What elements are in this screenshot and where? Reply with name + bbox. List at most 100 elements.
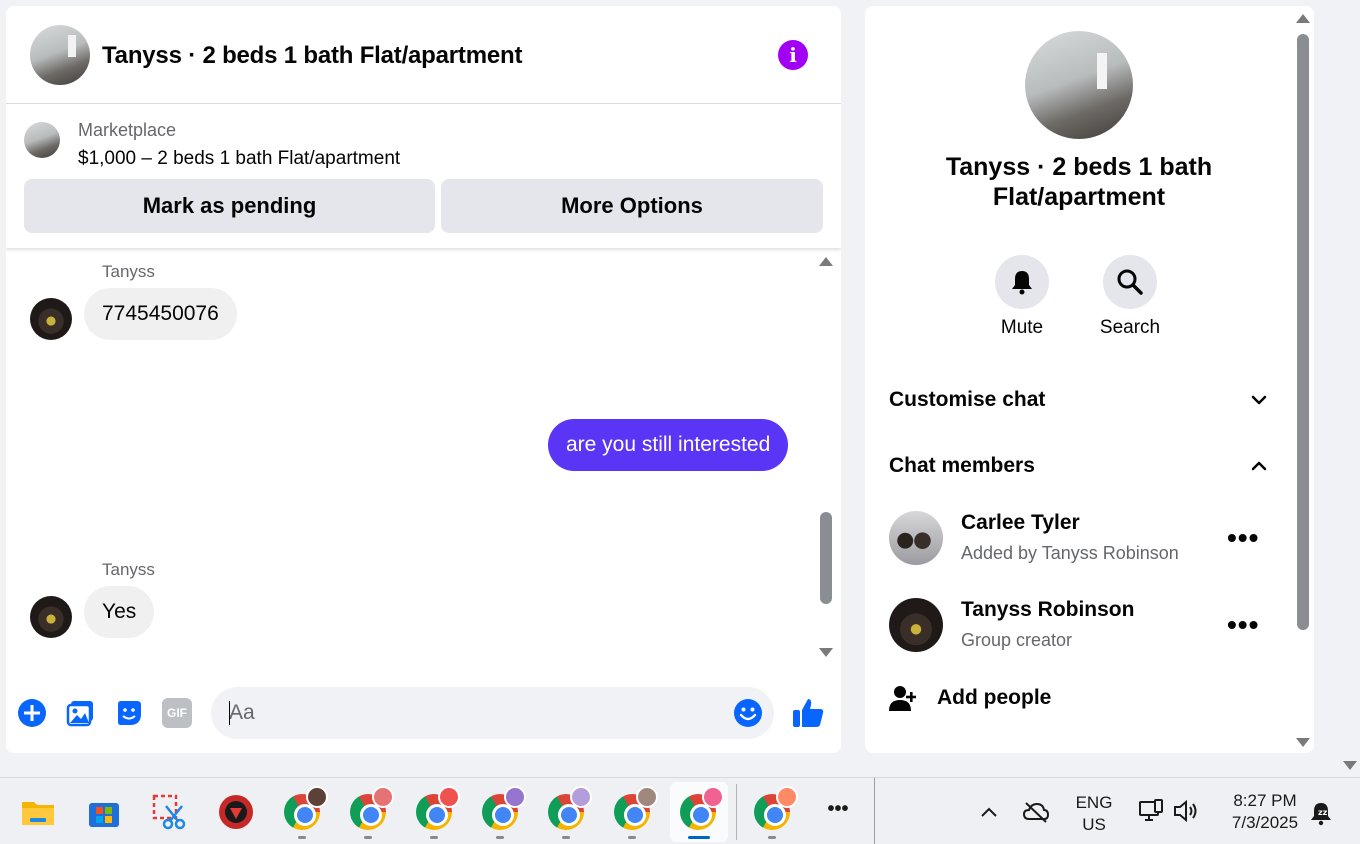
taskbar-separator	[736, 784, 737, 840]
chat-members-label: Chat members	[889, 454, 1035, 477]
chrome-profile-icon[interactable]	[614, 786, 658, 830]
message-sender: Tanyss	[102, 262, 155, 281]
thumbs-up-icon[interactable]	[791, 696, 825, 730]
chrome-profile-icon[interactable]	[548, 786, 592, 830]
chat-panel: Tanyss · 2 beds 1 bath Flat/apartment i …	[6, 6, 841, 753]
chrome-profile-icon[interactable]	[350, 786, 394, 830]
sender-avatar[interactable]	[30, 298, 72, 340]
volume-icon[interactable]	[1172, 798, 1200, 824]
chrome-profile-icon[interactable]	[482, 786, 526, 830]
member-subtitle: Added by Tanyss Robinson	[961, 543, 1179, 563]
taskbar-overflow-icon[interactable]: •••	[820, 798, 856, 820]
group-title: Tanyss · 2 beds 1 bath Flat/apartment	[945, 153, 1213, 211]
app-red-circle-icon[interactable]	[218, 794, 254, 830]
customise-chat-label: Customise chat	[889, 388, 1046, 411]
member-name: Carlee Tyler	[961, 511, 1080, 534]
file-explorer-icon[interactable]	[20, 794, 56, 830]
message-sender: Tanyss	[102, 560, 155, 579]
taskbar-indicator	[298, 836, 306, 839]
member-subtitle: Group creator	[961, 630, 1073, 650]
chat-avatar[interactable]	[30, 25, 90, 85]
search-icon	[1117, 269, 1143, 295]
member-options-icon[interactable]: •••	[1227, 524, 1259, 552]
language-code: ENG	[1075, 793, 1113, 812]
taskbar-indicator	[430, 836, 438, 839]
network-icon[interactable]	[1138, 798, 1164, 824]
message-input[interactable]	[229, 687, 709, 739]
member-name: Tanyss Robinson	[961, 598, 1135, 621]
marketplace-label: Marketplace	[78, 120, 177, 140]
page-scroll-down-icon[interactable]	[1343, 761, 1357, 770]
info-scroll-up-icon[interactable]	[1296, 14, 1310, 23]
info-scroll-down-icon[interactable]	[1296, 738, 1310, 747]
sticker-icon[interactable]	[114, 698, 144, 728]
photo-icon[interactable]	[66, 698, 96, 728]
info-icon[interactable]: i	[778, 40, 808, 70]
chat-info-panel: Tanyss · 2 beds 1 bath Flat/apartment Mu…	[865, 6, 1314, 753]
taskbar-indicator	[628, 836, 636, 839]
search-button[interactable]	[1103, 255, 1157, 309]
gif-icon[interactable]: GIF	[162, 698, 192, 728]
taskbar-indicator	[562, 836, 570, 839]
taskbar-indicator	[364, 836, 372, 839]
chevron-down-icon	[1251, 395, 1267, 405]
text-caret	[229, 701, 230, 725]
chat-members-section[interactable]: Chat members	[889, 446, 1269, 486]
add-people-button[interactable]: Add people	[889, 682, 1051, 714]
mute-button[interactable]	[995, 255, 1049, 309]
chevron-up-icon[interactable]	[978, 802, 1000, 824]
onedrive-offline-icon[interactable]	[1022, 800, 1050, 824]
snipping-tool-icon[interactable]	[152, 794, 188, 830]
chrome-profile-icon[interactable]	[754, 786, 798, 830]
taskbar-active-indicator	[688, 836, 710, 839]
notification-bell-sleep-icon[interactable]: zz	[1308, 800, 1334, 826]
chat-title[interactable]: Tanyss · 2 beds 1 bath Flat/apartment	[102, 42, 522, 70]
svg-text:zz: zz	[1318, 808, 1328, 817]
member-row[interactable]: Tanyss Robinson Group creator •••	[889, 598, 1269, 654]
taskbar: ••• ENG US 8:27 PM 7/3/2025 zz	[0, 777, 1360, 844]
chrome-profile-icon[interactable]	[284, 786, 328, 830]
sender-avatar[interactable]	[30, 596, 72, 638]
scroll-up-arrow-icon[interactable]	[819, 257, 833, 266]
incoming-message[interactable]: 7745450076	[84, 288, 237, 340]
add-people-label: Add people	[937, 686, 1052, 709]
emoji-icon[interactable]	[733, 698, 763, 728]
add-person-icon	[889, 686, 916, 711]
member-options-icon[interactable]: •••	[1227, 611, 1259, 639]
listing-thumbnail[interactable]	[24, 122, 60, 158]
bell-icon	[1012, 271, 1032, 295]
customise-chat-section[interactable]: Customise chat	[889, 380, 1269, 420]
microsoft-store-icon[interactable]	[86, 794, 122, 830]
message-list: Tanyss 7745450076 are you still interest…	[6, 248, 816, 668]
listing-title[interactable]: $1,000 – 2 beds 1 bath Flat/apartment	[78, 148, 400, 170]
taskbar-divider	[874, 778, 875, 844]
message-scrollbar[interactable]	[820, 512, 832, 604]
clock-date: 7/3/2025	[1231, 813, 1299, 832]
incoming-message[interactable]: Yes	[84, 586, 155, 638]
info-scrollbar[interactable]	[1297, 34, 1309, 630]
clock-time: 8:27 PM	[1233, 791, 1297, 810]
more-options-button[interactable]: More Options	[441, 179, 823, 233]
chat-header: Tanyss · 2 beds 1 bath Flat/apartment i	[6, 6, 841, 104]
group-avatar[interactable]	[1025, 31, 1133, 139]
language-indicator[interactable]: ENG US	[1072, 792, 1116, 836]
search-label: Search	[1099, 317, 1161, 338]
chrome-profile-icon-active[interactable]	[680, 786, 724, 830]
chrome-profile-icon[interactable]	[416, 786, 460, 830]
chevron-up-icon	[1251, 461, 1267, 471]
member-row[interactable]: Carlee Tyler Added by Tanyss Robinson ••…	[889, 511, 1269, 567]
clock[interactable]: 8:27 PM 7/3/2025	[1218, 790, 1312, 834]
scroll-down-arrow-icon[interactable]	[819, 648, 833, 657]
message-input-box[interactable]	[211, 687, 774, 739]
mute-label: Mute	[1000, 317, 1044, 338]
composer: GIF	[6, 682, 841, 742]
plus-circle-icon[interactable]	[17, 698, 47, 728]
outgoing-message[interactable]: are you still interested	[548, 419, 789, 471]
taskbar-indicator	[768, 836, 776, 839]
keyboard-layout: US	[1082, 815, 1106, 834]
member-avatar[interactable]	[889, 511, 943, 565]
member-avatar[interactable]	[889, 598, 943, 652]
marketplace-banner: Marketplace $1,000 – 2 beds 1 bath Flat/…	[6, 104, 841, 248]
taskbar-indicator	[496, 836, 504, 839]
mark-as-pending-button[interactable]: Mark as pending	[24, 179, 435, 233]
